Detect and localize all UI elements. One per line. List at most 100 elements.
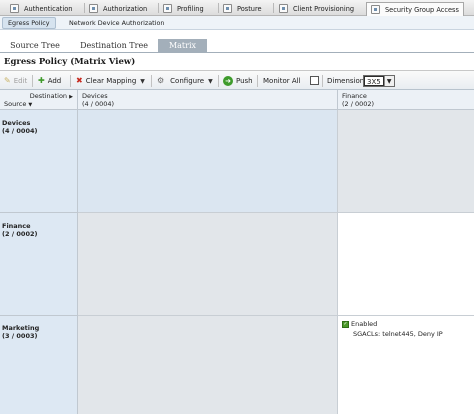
corner-source-text: Source: [4, 100, 27, 108]
matrix-cell-marketing-finance[interactable]: ✓ Enabled SGACLs: telnet445, Deny IP: [338, 316, 474, 414]
row-devices-code: (4 / 0004): [2, 127, 38, 135]
toolbar-separator: [257, 75, 258, 87]
authentication-icon: [10, 4, 19, 13]
row-header-marketing[interactable]: Marketing (3 / 0003): [0, 316, 78, 414]
corner-destination-text: Destination: [29, 92, 68, 100]
chevron-down-icon: ▼: [208, 77, 213, 85]
posture-icon: [223, 4, 232, 13]
subtab-network-device-authorization[interactable]: Network Device Authorization: [64, 17, 169, 29]
corner-destination-label: Destination ▶: [30, 92, 73, 100]
tab-separator: [84, 3, 85, 13]
tab-profiling-label: Profiling: [177, 4, 204, 13]
push-button[interactable]: ➜ Push: [223, 74, 253, 88]
red-x-icon: ✖: [76, 76, 83, 85]
corner-source-label: Source ▼: [4, 100, 32, 108]
tab-client-provisioning-label: Client Provisioning: [293, 4, 355, 13]
toolbar-separator: [70, 75, 71, 87]
toolbar: ✎ Edit ✚ Add ✖ Clear Mapping ▼ ⚙ Configu…: [0, 70, 474, 90]
row-marketing-name: Marketing: [2, 324, 40, 332]
edit-button-label: Edit: [13, 77, 28, 85]
tab-security-group-access-label: Security Group Access: [385, 5, 459, 14]
top-tab-bar: Authentication Authorization Profiling P…: [0, 0, 474, 16]
dimension-label: Dimension: [327, 77, 365, 85]
column-devices-name: Devices: [82, 92, 108, 100]
dimension-select-value: 3X5: [364, 76, 384, 86]
tab-client-provisioning[interactable]: Client Provisioning: [279, 2, 354, 15]
cell-status-text: Enabled: [351, 320, 378, 328]
matrix-cell-devices-devices[interactable]: [78, 110, 338, 213]
matrix-corner-cell: Destination ▶ Source ▼: [0, 90, 78, 110]
row-header-finance[interactable]: Finance (2 / 0002): [0, 213, 78, 316]
tab-posture[interactable]: Posture: [223, 2, 262, 15]
subtab-network-device-authorization-label: Network Device Authorization: [69, 19, 165, 27]
cell-sgacls: SGACLs: telnet445, Deny IP: [353, 330, 443, 338]
column-finance-name: Finance: [342, 92, 367, 100]
enabled-check-icon: ✓: [342, 320, 349, 328]
row-devices-name: Devices: [2, 119, 31, 127]
toolbar-separator: [151, 75, 152, 87]
row-header-devices[interactable]: Devices (4 / 0004): [0, 110, 78, 213]
tab-authentication[interactable]: Authentication: [10, 2, 72, 15]
matrix-cell-marketing-devices[interactable]: [78, 316, 338, 414]
matrix-cell-finance-finance[interactable]: [338, 213, 474, 316]
client-provisioning-icon: [279, 4, 288, 13]
configure-button[interactable]: ⚙ Configure ▼: [157, 74, 213, 88]
chevron-down-icon: ▼: [383, 76, 394, 86]
dimension-select[interactable]: 3X5 ▼: [363, 75, 395, 87]
view-tabs: Source Tree Destination Tree Matrix: [0, 39, 474, 52]
security-group-access-icon: [371, 5, 380, 14]
add-button-label: Add: [47, 77, 62, 85]
matrix-cell-devices-finance[interactable]: [338, 110, 474, 213]
tab-matrix-label: Matrix: [168, 41, 197, 50]
clear-mapping-label: Clear Mapping: [85, 77, 137, 85]
plus-icon: ✚: [38, 76, 45, 85]
toolbar-separator: [32, 75, 33, 87]
tab-destination-tree[interactable]: Destination Tree: [78, 39, 150, 52]
tab-profiling[interactable]: Profiling: [163, 2, 204, 15]
tab-separator: [158, 3, 159, 13]
monitor-all-label: Monitor All: [263, 77, 301, 85]
column-header-devices[interactable]: Devices (4 / 0004): [78, 90, 338, 110]
tab-posture-label: Posture: [237, 4, 262, 13]
tab-separator: [273, 3, 274, 13]
subtab-egress-policy[interactable]: Egress Policy: [2, 17, 56, 29]
push-arrow-icon: ➜: [223, 76, 233, 86]
gear-icon: ⚙: [157, 76, 165, 85]
tab-matrix[interactable]: Matrix: [158, 39, 207, 52]
triangle-right-icon: ▶: [69, 94, 73, 100]
matrix-cell-finance-devices[interactable]: [78, 213, 338, 316]
row-finance-name: Finance: [2, 222, 31, 230]
page-title: Egress Policy (Matrix View): [4, 57, 136, 67]
view-tabs-underline: [0, 52, 474, 53]
row-finance-code: (2 / 0002): [2, 230, 38, 238]
clear-mapping-button[interactable]: ✖ Clear Mapping ▼: [76, 74, 145, 88]
tab-separator: [218, 3, 219, 13]
push-label: Push: [236, 77, 253, 85]
monitor-all-checkbox[interactable]: [310, 76, 319, 85]
tab-authorization[interactable]: Authorization: [89, 2, 147, 15]
tab-source-tree-label: Source Tree: [10, 41, 60, 50]
egress-matrix: Destination ▶ Source ▼ Devices (4 / 0004…: [0, 90, 474, 414]
tab-destination-tree-label: Destination Tree: [80, 41, 148, 50]
row-marketing-code: (3 / 0003): [2, 332, 38, 340]
cell-status: ✓ Enabled: [342, 320, 377, 328]
pencil-icon: ✎: [4, 76, 11, 85]
sub-tab-bar: Egress Policy Network Device Authorizati…: [0, 16, 474, 30]
tab-authentication-label: Authentication: [24, 4, 73, 13]
configure-label: Configure: [170, 77, 205, 85]
edit-button[interactable]: ✎ Edit: [4, 74, 27, 88]
authorization-icon: [89, 4, 98, 13]
tab-security-group-access[interactable]: Security Group Access: [366, 2, 464, 16]
profiling-icon: [163, 4, 172, 13]
toolbar-separator: [218, 75, 219, 87]
column-header-finance[interactable]: Finance (2 / 0002): [338, 90, 474, 110]
tab-source-tree[interactable]: Source Tree: [7, 39, 63, 52]
toolbar-separator: [322, 75, 323, 87]
subtab-egress-policy-label: Egress Policy: [8, 19, 50, 27]
add-button[interactable]: ✚ Add: [38, 74, 61, 88]
triangle-down-icon: ▼: [28, 102, 33, 108]
chevron-down-icon: ▼: [140, 77, 145, 85]
column-devices-code: (4 / 0004): [82, 100, 115, 108]
column-finance-code: (2 / 0002): [342, 100, 375, 108]
tab-authorization-label: Authorization: [103, 4, 148, 13]
